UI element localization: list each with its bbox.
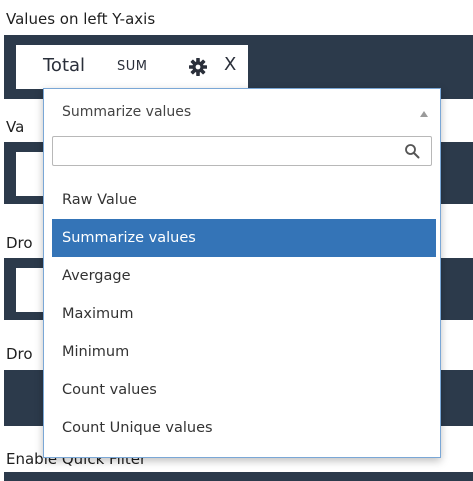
left-y-axis-label: Values on left Y-axis	[6, 10, 156, 28]
remove-field-button[interactable]: X	[224, 54, 236, 75]
option-count-unique-values[interactable]: Count Unique values	[52, 409, 436, 447]
option-summarize-values[interactable]: Summarize values	[52, 219, 436, 257]
quick-filter-panel	[4, 472, 473, 481]
option-minimum[interactable]: Minimum	[52, 333, 436, 371]
option-maximum[interactable]: Maximum	[52, 295, 436, 333]
section-3-label: Dro	[6, 234, 33, 252]
gear-icon[interactable]	[188, 57, 208, 77]
aggregation-dropdown[interactable]: Summarize values Raw Value Summarize val…	[43, 88, 441, 458]
dropdown-search-input[interactable]	[52, 136, 432, 166]
option-average[interactable]: Avergage	[52, 257, 436, 295]
caret-up-icon[interactable]	[420, 111, 428, 117]
field-chip-total[interactable]: Total SUM X	[16, 45, 248, 89]
dropdown-selected-value: Summarize values	[62, 104, 192, 120]
dropdown-select-box[interactable]: Summarize values	[44, 89, 440, 133]
section-4-label: Dro	[6, 345, 33, 363]
option-count-values[interactable]: Count values	[52, 371, 436, 409]
section-2-label: Va	[6, 118, 25, 136]
option-raw-value[interactable]: Raw Value	[52, 181, 436, 219]
search-icon	[405, 144, 420, 159]
chip-aggregation[interactable]: SUM	[117, 59, 147, 74]
dropdown-options-list: Raw Value Summarize values Avergage Maxi…	[52, 181, 436, 447]
chip-field-name: Total	[43, 55, 86, 76]
